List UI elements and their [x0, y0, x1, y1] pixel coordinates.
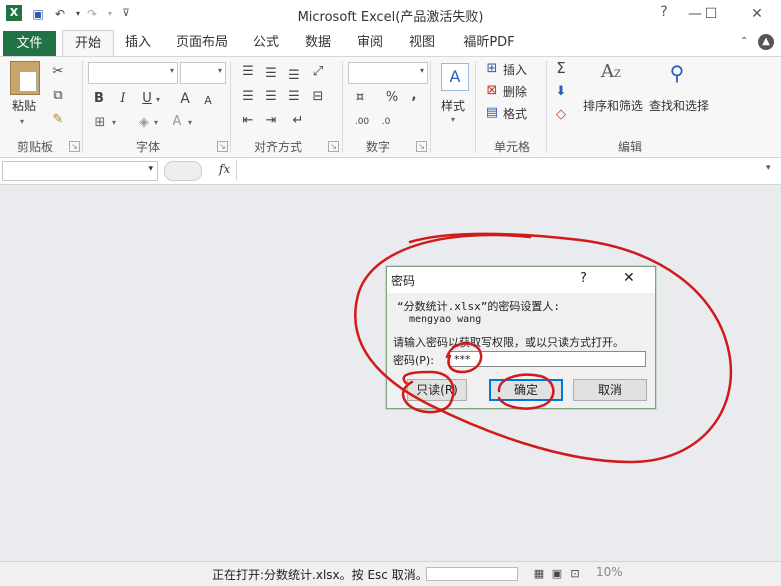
annotation-readonly-circle [401, 370, 455, 414]
status-bar: 正在打开:分数统计.xlsx。按 Esc 取消。 ▦ ▣ ⊡ 10% [0, 561, 781, 586]
annotation-ok-circle [497, 373, 555, 410]
page-break-view-icon[interactable]: ⊡ [568, 566, 582, 582]
loading-progress-bar [426, 567, 518, 581]
annotation-overlay [354, 232, 733, 464]
status-text: 正在打开:分数统计.xlsx。按 Esc 取消。 [212, 568, 428, 582]
zoom-level[interactable]: 10% [596, 565, 623, 579]
normal-view-icon[interactable]: ▦ [532, 566, 546, 582]
annotation-password-circle [445, 342, 483, 374]
page-layout-view-icon[interactable]: ▣ [550, 566, 564, 582]
annotation-big-loop [354, 232, 733, 464]
